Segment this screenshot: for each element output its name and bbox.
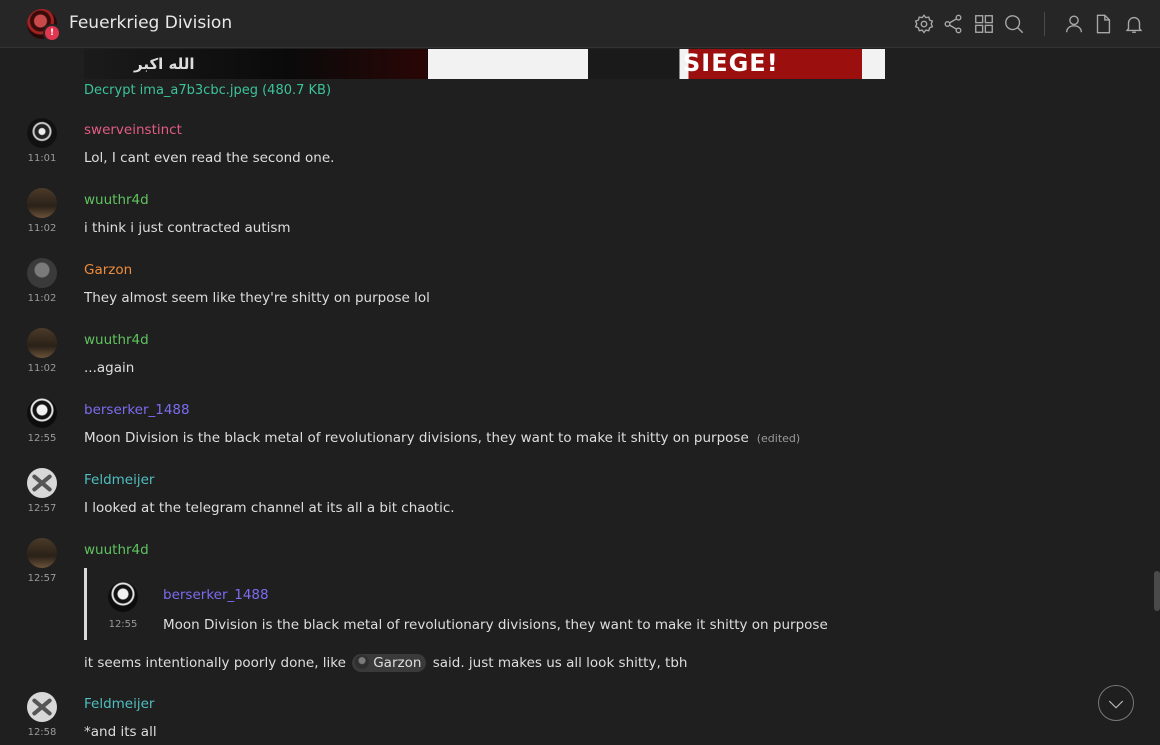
message-body: it seems intentionally poorly done, like… xyxy=(84,654,687,672)
message-time: 12:57 xyxy=(27,503,57,514)
message-body: *and its all xyxy=(84,724,157,740)
message-sender[interactable]: berserker_1488 xyxy=(84,402,190,418)
message-sender[interactable]: Feldmeijer xyxy=(84,696,154,712)
mention-avatar xyxy=(355,655,370,669)
message-time: 11:02 xyxy=(27,293,57,304)
avatar[interactable] xyxy=(27,188,57,218)
image-left-panel: الله اكبر xyxy=(84,49,427,79)
image-text-right: SIEGE! xyxy=(683,49,779,77)
message-text-before: it seems intentionally poorly done, like xyxy=(84,655,346,671)
avatar[interactable] xyxy=(27,468,57,498)
avatar[interactable] xyxy=(27,692,57,722)
image-text-left: الله اكبر xyxy=(134,55,195,73)
message-body: Lol, I cant even read the second one. xyxy=(84,150,335,166)
mention-name: Garzon xyxy=(373,655,422,671)
avatar[interactable] xyxy=(27,398,57,428)
message-text: Moon Division is the black metal of revo… xyxy=(84,430,749,446)
room-avatar[interactable]: ! xyxy=(27,9,61,42)
timeline-scrollbar[interactable] xyxy=(1154,571,1160,611)
message-time: 11:02 xyxy=(27,223,57,234)
message-sender[interactable]: swerveinstinct xyxy=(84,122,182,138)
message-text-after: said. just makes us all look shitty, tbh xyxy=(432,655,688,671)
decrypt-attachment-link[interactable]: Decrypt ima_a7b3cbc.jpeg (480.7 KB) xyxy=(84,83,331,98)
message-sender[interactable]: wuuthr4d xyxy=(84,332,149,348)
apps-icon[interactable] xyxy=(973,13,995,35)
quote-time: 12:55 xyxy=(108,619,138,630)
header-divider xyxy=(1044,12,1045,36)
message-body: i think i just contracted autism xyxy=(84,220,291,236)
message-timeline[interactable]: الله اكبر SIEGE! Decrypt ima_a7b3cbc.jpe… xyxy=(0,49,1160,745)
message-body: I looked at the telegram channel at its … xyxy=(84,500,455,516)
message-body: They almost seem like they're shitty on … xyxy=(84,290,430,306)
quote-sender[interactable]: berserker_1488 xyxy=(163,587,269,603)
message-body: Moon Division is the black metal of revo… xyxy=(84,430,800,446)
user-mention-pill[interactable]: Garzon xyxy=(352,654,427,672)
avatar[interactable] xyxy=(27,258,57,288)
room-alert-badge: ! xyxy=(43,24,61,42)
message-sender[interactable]: wuuthr4d xyxy=(84,192,149,208)
image-right-panel: SIEGE! xyxy=(428,49,885,79)
message-sender[interactable]: Garzon xyxy=(84,262,132,278)
notifications-icon[interactable] xyxy=(1123,13,1145,35)
message-sender[interactable]: Feldmeijer xyxy=(84,472,154,488)
jump-to-latest-button[interactable] xyxy=(1098,685,1134,721)
room-header: ! Feuerkrieg Division xyxy=(0,0,1160,48)
message-time: 11:02 xyxy=(27,363,57,374)
edited-label[interactable]: (edited) xyxy=(757,432,800,445)
avatar[interactable] xyxy=(27,328,57,358)
message-time: 12:55 xyxy=(27,433,57,444)
quote-body: Moon Division is the black metal of revo… xyxy=(163,617,828,633)
image-attachment[interactable]: الله اكبر SIEGE! xyxy=(84,49,885,79)
message-body: ...again xyxy=(84,360,135,376)
settings-icon[interactable] xyxy=(913,13,935,35)
members-icon[interactable] xyxy=(1063,13,1085,35)
search-icon[interactable] xyxy=(1003,13,1025,35)
message-time: 12:58 xyxy=(27,727,57,738)
avatar[interactable] xyxy=(27,118,57,148)
chevron-down-icon xyxy=(1108,700,1124,709)
reply-quote[interactable]: 12:55 berserker_1488 Moon Division is th… xyxy=(84,568,828,640)
message-time: 12:57 xyxy=(27,573,57,584)
quote-avatar xyxy=(108,582,138,612)
share-icon[interactable] xyxy=(942,13,964,35)
files-icon[interactable] xyxy=(1092,13,1114,35)
room-name[interactable]: Feuerkrieg Division xyxy=(69,13,232,33)
message-time: 11:01 xyxy=(27,153,57,164)
message-sender[interactable]: wuuthr4d xyxy=(84,542,149,558)
avatar[interactable] xyxy=(27,538,57,568)
